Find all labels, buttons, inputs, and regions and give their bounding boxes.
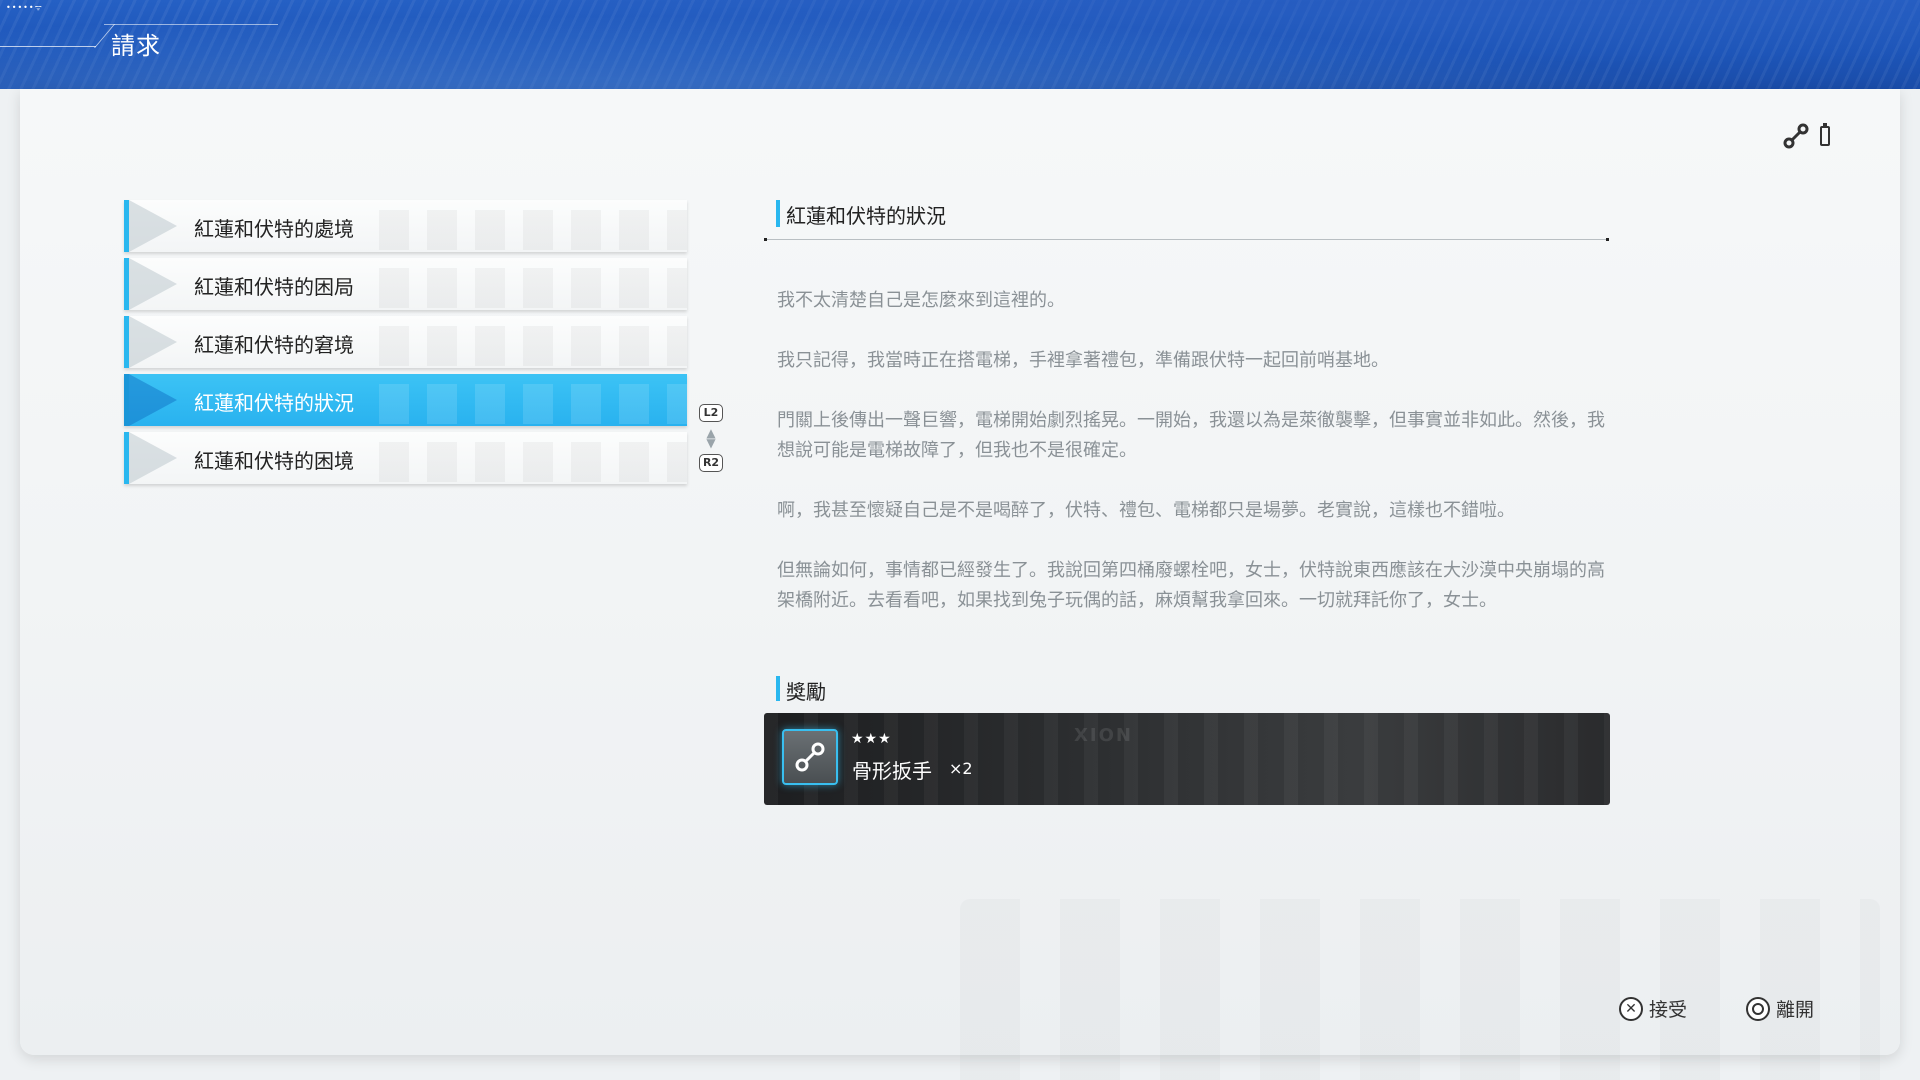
scroll-arrows-icon: ▲ ▼	[706, 426, 716, 450]
page-title: 請求	[111, 32, 161, 60]
description-paragraph: 我不太清楚自己是怎麼來到這裡的。	[777, 290, 1065, 311]
chevron-icon	[129, 316, 177, 368]
quest-item[interactable]: 紅蓮和伏特的窘境	[124, 316, 687, 368]
quest-item[interactable]: 紅蓮和伏特的處境	[124, 200, 687, 252]
chevron-icon	[129, 374, 177, 426]
quest-item-selected[interactable]: 紅蓮和伏特的狀況	[124, 374, 687, 426]
scroll-hint: L2 ▲ ▼ R2	[699, 404, 723, 472]
banner-decoration	[104, 24, 278, 25]
item-watermark	[379, 326, 687, 366]
reward-item-icon-box	[782, 729, 838, 785]
divider	[764, 238, 1609, 241]
battery-icon	[1820, 123, 1830, 146]
description-paragraph: 我只記得，我當時正在搭電梯，手裡拿著禮包，準備跟伏特一起回前哨基地。	[777, 350, 1389, 371]
quest-item-label: 紅蓮和伏特的困境	[194, 449, 354, 473]
r2-button-hint[interactable]: R2	[699, 454, 723, 472]
description-paragraph: 門關上後傳出一聲巨響，電梯開始劇烈搖晃。一開始，我還以為是萊徹襲擊，但事實並非如…	[777, 410, 1605, 461]
header-banner: •••••ᯤ 請求	[0, 0, 1920, 89]
l2-button-hint[interactable]: L2	[699, 404, 723, 422]
quest-list: 紅蓮和伏特的處境 紅蓮和伏特的困局 紅蓮和伏特的窘境 紅蓮和伏特的狀況 紅蓮和伏…	[124, 200, 687, 490]
status-indicator: •••••ᯤ	[6, 3, 43, 12]
accept-label: 接受	[1649, 999, 1688, 1021]
panel-watermark	[960, 899, 1880, 1080]
reward-quantity: ×2	[949, 759, 973, 778]
leave-button[interactable]: 離開	[1746, 995, 1814, 1022]
wrench-icon	[1782, 122, 1810, 150]
title-accent-bar	[776, 200, 780, 227]
cross-button-icon: ✕	[1619, 996, 1643, 1021]
item-watermark	[379, 384, 687, 424]
description-paragraph: 啊，我甚至懷疑自己是不是喝醉了，伏特、禮包、電梯都只是場夢。老實說，這樣也不錯啦…	[777, 500, 1515, 521]
quest-item-label: 紅蓮和伏特的窘境	[194, 333, 354, 357]
chevron-icon	[129, 200, 177, 252]
wrench-icon	[795, 742, 825, 772]
quest-item-label: 紅蓮和伏特的處境	[194, 217, 354, 241]
quest-item[interactable]: 紅蓮和伏特的困境	[124, 432, 687, 484]
reward-rarity-stars: ★★★	[851, 731, 892, 747]
reward-card[interactable]: XION ★★★ 骨形扳手 ×2	[764, 713, 1610, 805]
reward-accent-bar	[776, 676, 780, 701]
circle-button-icon	[1746, 996, 1770, 1021]
top-right-status	[1782, 122, 1830, 150]
accept-button[interactable]: ✕ 接受	[1619, 995, 1687, 1022]
quest-item-label: 紅蓮和伏特的狀況	[194, 391, 354, 415]
item-watermark	[379, 442, 687, 482]
quest-item-label: 紅蓮和伏特的困局	[194, 275, 354, 299]
chevron-icon	[129, 432, 177, 484]
chevron-icon	[129, 258, 177, 310]
item-watermark	[379, 268, 687, 308]
item-watermark	[379, 210, 687, 250]
reward-section-title: 獎勵	[786, 680, 826, 704]
reward-item-name: 骨形扳手	[852, 759, 932, 783]
reward-watermark: XION	[1074, 725, 1133, 746]
detail-title: 紅蓮和伏特的狀況	[786, 204, 946, 228]
banner-decoration	[0, 46, 96, 47]
leave-label: 離開	[1776, 999, 1815, 1021]
quest-item[interactable]: 紅蓮和伏特的困局	[124, 258, 687, 310]
quest-description: 我不太清楚自己是怎麼來到這裡的。 我只記得，我當時正在搭電梯，手裡拿著禮包，準備…	[777, 286, 1607, 616]
description-paragraph: 但無論如何，事情都已經發生了。我說回第四桶廢螺栓吧，女士，伏特說東西應該在大沙漠…	[777, 560, 1605, 611]
